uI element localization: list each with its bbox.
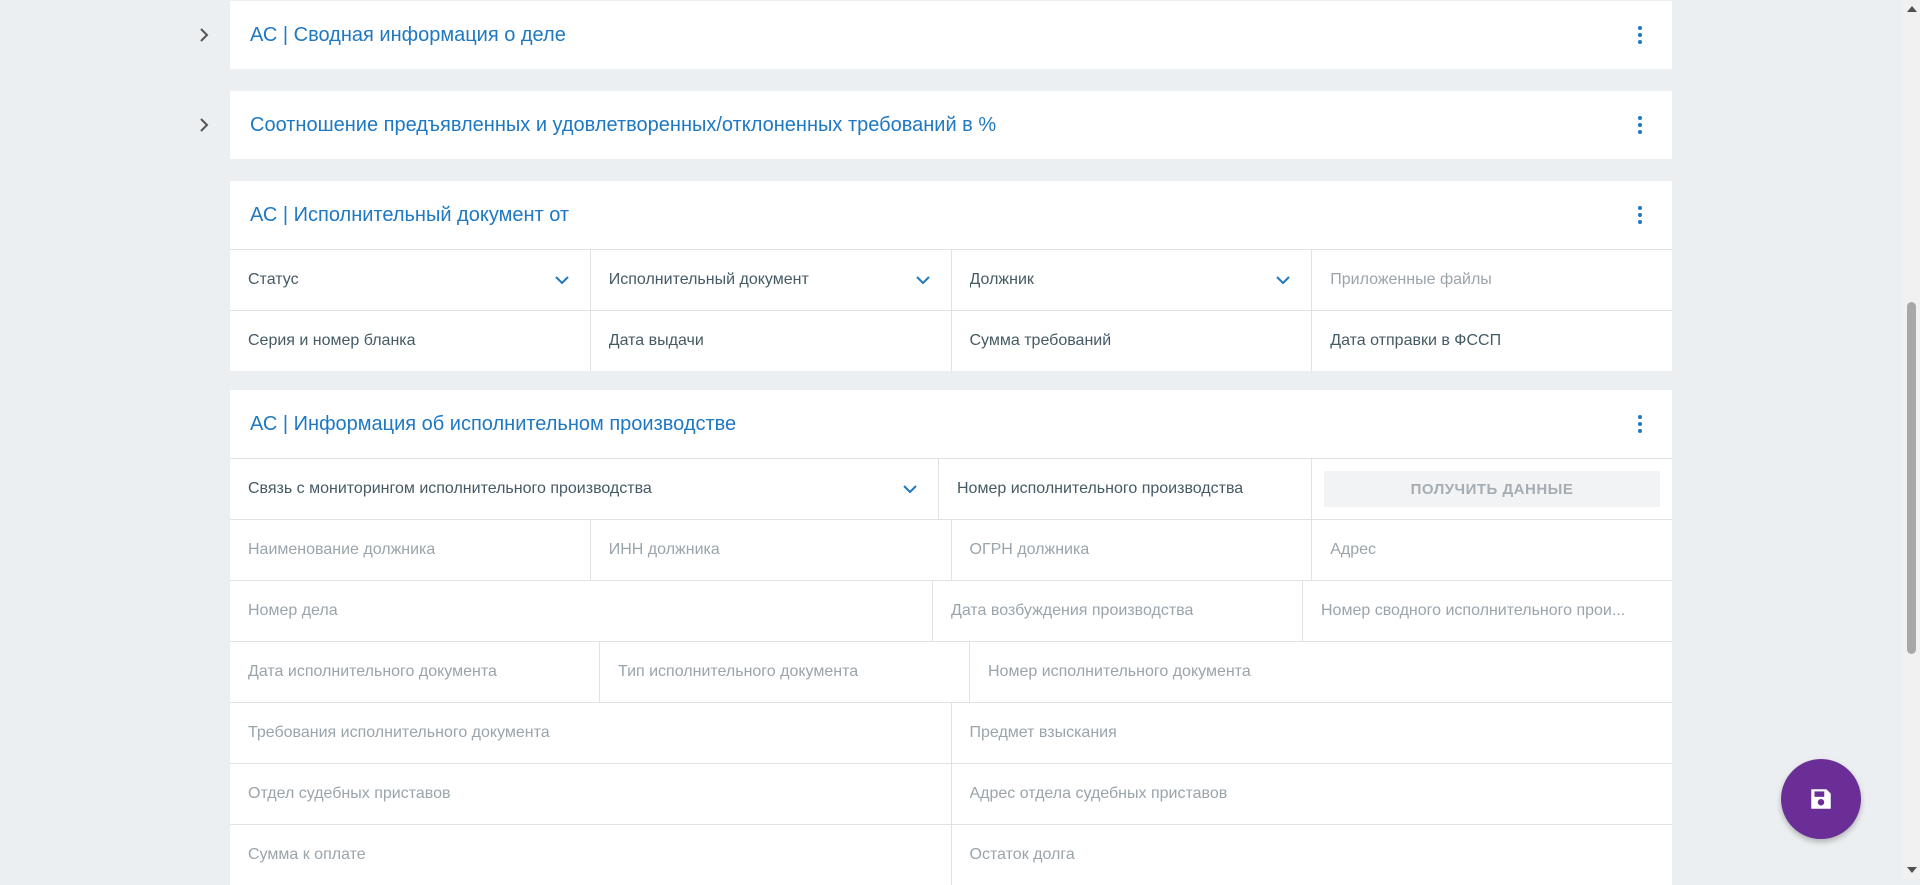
card-header[interactable]: Соотношение предъявленных и удовлетворен…: [230, 91, 1672, 159]
card-exec-proc: АС | Информация об исполнительном произв…: [230, 390, 1672, 885]
card-ratio: Соотношение предъявленных и удовлетворен…: [200, 91, 1672, 159]
chevron-down-icon: [1276, 276, 1290, 285]
more-vert-icon[interactable]: [1628, 23, 1652, 47]
field-row: Серия и номер бланка Дата выдачи Сумма т…: [230, 310, 1672, 371]
chevron-down-icon: [903, 485, 917, 494]
scrollbar[interactable]: [1903, 0, 1920, 879]
doc-requirements-field[interactable]: Требования исполнительного документа: [230, 703, 952, 763]
debtor-name-field[interactable]: Наименование должника: [230, 520, 591, 580]
field-label: Отдел судебных приставов: [248, 785, 451, 802]
summary-proc-number-field[interactable]: Номер сводного исполнительного прои...: [1303, 581, 1672, 641]
field-label: Связь с мониторингом исполнительного про…: [248, 480, 652, 497]
field-label: Статус: [248, 271, 299, 288]
field-label: Дата возбуждения производства: [951, 602, 1194, 619]
field-label: Дата отправки в ФССП: [1330, 332, 1502, 349]
series-number-field[interactable]: Серия и номер бланка: [230, 311, 591, 371]
scroll-up-icon[interactable]: [1907, 6, 1917, 12]
field-label: Адрес: [1330, 541, 1377, 558]
card-exec-doc: АС | Исполнительный документ от Статус И…: [230, 181, 1672, 371]
issue-date-field[interactable]: Дата выдачи: [591, 311, 952, 371]
field-label: Номер исполнительного производства: [957, 480, 1244, 497]
field-label: Номер дела: [248, 602, 338, 619]
attached-files-field[interactable]: Приложенные файлы: [1312, 250, 1672, 310]
field-label: Сумма к оплате: [248, 846, 366, 863]
debtor-ogrn-field[interactable]: ОГРН должника: [952, 520, 1313, 580]
scroll-thumb[interactable]: [1907, 302, 1916, 654]
debtor-select[interactable]: Должник: [952, 250, 1313, 310]
card-title: АС | Исполнительный документ от: [250, 203, 570, 226]
fssp-send-date-field[interactable]: Дата отправки в ФССП: [1312, 311, 1672, 371]
field-row: Номер дела Дата возбуждения производства…: [230, 580, 1672, 641]
save-icon: [1811, 789, 1831, 809]
field-label: Дата выдачи: [608, 332, 704, 349]
more-vert-icon[interactable]: [1628, 412, 1652, 436]
field-label: ИНН должника: [608, 541, 720, 558]
bailiff-address-field[interactable]: Адрес отдела судебных приставов: [952, 764, 1673, 824]
field-row: Отдел судебных приставов Адрес отдела су…: [230, 763, 1672, 824]
scroll-down-icon[interactable]: [1907, 867, 1917, 873]
field-label: ОГРН должника: [969, 541, 1090, 558]
save-button[interactable]: [1781, 759, 1861, 839]
card-title: АС | Информация об исполнительном произв…: [250, 412, 737, 435]
status-select[interactable]: Статус: [230, 250, 591, 310]
field-label: Исполнительный документ: [608, 271, 809, 288]
doc-date-field[interactable]: Дата исполнительного документа: [230, 642, 600, 702]
field-row: Статус Исполнительный документ Должник П…: [230, 249, 1672, 310]
field-row: Требования исполнительного документа Пре…: [230, 702, 1672, 763]
chevron-down-icon: [915, 276, 930, 285]
field-label: Сумма требований: [969, 332, 1112, 349]
start-date-field[interactable]: Дата возбуждения производства: [933, 581, 1303, 641]
card-header: АС | Исполнительный документ от: [230, 181, 1672, 249]
field-label: Тип исполнительного документа: [618, 663, 859, 680]
field-row: Наименование должника ИНН должника ОГРН …: [230, 519, 1672, 580]
card-header: АС | Информация об исполнительном произв…: [230, 390, 1672, 458]
bailiff-dept-field[interactable]: Отдел судебных приставов: [230, 764, 952, 824]
field-label: Адрес отдела судебных приставов: [969, 785, 1228, 802]
more-vert-icon[interactable]: [1628, 203, 1652, 227]
chevron-down-icon: [555, 276, 569, 285]
exec-document-select[interactable]: Исполнительный документ: [591, 250, 952, 310]
claim-amount-field[interactable]: Сумма требований: [952, 311, 1313, 371]
card-header[interactable]: АС | Сводная информация о деле: [230, 1, 1672, 69]
proc-number-field[interactable]: Номер исполнительного производства: [939, 459, 1312, 519]
case-number-field[interactable]: Номер дела: [230, 581, 933, 641]
get-data-cell: ПОЛУЧИТЬ ДАННЫЕ: [1312, 459, 1672, 519]
doc-number-field[interactable]: Номер исполнительного документа: [970, 642, 1672, 702]
field-label: Наименование должника: [248, 541, 436, 558]
field-label: Приложенные файлы: [1330, 271, 1492, 288]
field-label: Должник: [969, 271, 1034, 288]
address-field[interactable]: Адрес: [1312, 520, 1672, 580]
chevron-right-icon[interactable]: [192, 113, 216, 137]
subject-field[interactable]: Предмет взыскания: [952, 703, 1673, 763]
card-title: Соотношение предъявленных и удовлетворен…: [250, 113, 997, 136]
amount-due-field[interactable]: Сумма к оплате: [230, 825, 952, 885]
get-data-button[interactable]: ПОЛУЧИТЬ ДАННЫЕ: [1324, 471, 1660, 507]
doc-type-field[interactable]: Тип исполнительного документа: [600, 642, 970, 702]
field-label: Дата исполнительного документа: [248, 663, 497, 680]
field-label: Остаток долга: [969, 846, 1075, 863]
field-label: Номер сводного исполнительного прои...: [1321, 602, 1626, 619]
more-vert-icon[interactable]: [1628, 113, 1652, 137]
field-label: Предмет взыскания: [969, 724, 1117, 741]
card-title: АС | Сводная информация о деле: [250, 23, 566, 46]
field-label: Серия и номер бланка: [248, 332, 416, 349]
debt-remainder-field[interactable]: Остаток долга: [952, 825, 1673, 885]
field-row: Дата исполнительного документа Тип испол…: [230, 641, 1672, 702]
field-label: Номер исполнительного документа: [988, 663, 1251, 680]
monitoring-link-select[interactable]: Связь с мониторингом исполнительного про…: [230, 459, 939, 519]
debtor-inn-field[interactable]: ИНН должника: [591, 520, 952, 580]
field-label: Требования исполнительного документа: [248, 724, 550, 741]
field-row: Сумма к оплате Остаток долга: [230, 824, 1672, 885]
chevron-right-icon[interactable]: [192, 23, 216, 47]
field-row: Связь с мониторингом исполнительного про…: [230, 458, 1672, 519]
card-summary: АС | Сводная информация о деле: [200, 1, 1672, 69]
